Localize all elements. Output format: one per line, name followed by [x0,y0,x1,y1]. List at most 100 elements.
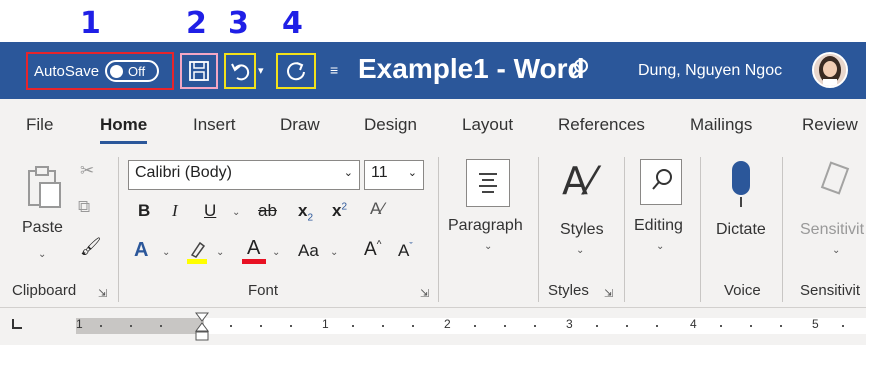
autosave-label: AutoSave [34,62,100,80]
editing-label[interactable]: Editing [634,217,683,235]
tab-mailings[interactable]: Mailings [690,115,752,135]
chevron-down-icon: ⌄ [407,167,417,179]
ruler-tick [290,325,292,327]
ruler-number: 3 [566,317,573,331]
avatar[interactable] [812,52,848,88]
separator [700,157,701,302]
styles-launcher-icon[interactable]: ⇲ [604,287,613,300]
ruler-tick [474,325,476,327]
tab-references[interactable]: References [558,115,645,135]
styles-dropdown-icon[interactable]: ⌄ [576,245,584,256]
microphone-icon[interactable] [728,159,754,214]
change-case-button[interactable]: Aa [298,241,319,261]
sensitivity-icon[interactable] [820,159,854,208]
autosave-control[interactable]: AutoSave Off [26,52,174,90]
tab-design[interactable]: Design [364,115,417,135]
ruler-number: 2 [444,317,451,331]
customize-qat-icon[interactable]: ≡ [330,62,338,78]
format-painter-icon[interactable]: 🖌 [80,237,102,257]
ruler-number: 1 [322,317,329,331]
ruler-tick [720,325,722,327]
font-launcher-icon[interactable]: ⇲ [420,287,429,300]
toggle-knob [110,64,124,78]
tab-selector-icon[interactable] [12,319,22,329]
paste-icon[interactable] [26,165,62,214]
text-effects-icon[interactable]: A [134,239,148,262]
tab-insert[interactable]: Insert [193,115,236,135]
tab-file[interactable]: File [26,115,53,135]
tab-draw[interactable]: Draw [280,115,320,135]
styles-icon[interactable]: A⁄ [562,159,594,203]
dictate-label[interactable]: Dictate [716,221,766,239]
ruler-margin [76,318,204,334]
font-name-value: Calibri (Body) [135,164,232,181]
tab-layout[interactable]: Layout [462,115,513,135]
ruler-number: 5 [812,317,819,331]
shrink-font-caret: ˇ [409,241,413,253]
bold-button[interactable]: B [138,201,150,221]
ruler-tick [534,325,536,327]
autosave-toggle[interactable]: Off [105,60,160,82]
ruler-tick [160,325,162,327]
tab-home[interactable]: Home [100,115,148,144]
redo-icon [287,62,305,81]
paragraph-button[interactable] [466,159,510,207]
ruler-tick [780,325,782,327]
search-icon[interactable] [568,58,590,85]
paste-label[interactable]: Paste [22,219,63,237]
undo-dropdown-icon[interactable]: ▾ [258,64,264,77]
undo-button[interactable] [224,53,256,89]
strikethrough-button[interactable]: ab [258,201,277,221]
separator [538,157,539,302]
tab-review[interactable]: Review [802,115,858,135]
ruler-tick [750,325,752,327]
change-case-dropdown-icon[interactable]: ⌄ [330,247,338,258]
voice-group-label: Voice [724,282,761,299]
styles-label[interactable]: Styles [560,221,604,239]
sensitivity-dropdown-icon[interactable]: ⌄ [832,245,840,256]
underline-button[interactable]: U [204,201,216,221]
sensitivity-group-label: Sensitivit [800,282,861,299]
ruler: 1 1 2 3 4 5 [0,307,866,345]
clipboard-launcher-icon[interactable]: ⇲ [98,287,107,300]
superscript-button[interactable]: x2 [332,201,347,221]
ruler-tick [382,325,384,327]
copy-icon[interactable]: ⧉ [78,197,90,217]
save-button[interactable] [180,53,218,89]
sensitivity-label[interactable]: Sensitivit [800,221,864,239]
paragraph-label[interactable]: Paragraph [448,217,523,235]
redo-button[interactable] [276,53,316,89]
cut-icon[interactable]: ✂ [80,161,94,181]
font-size-value: 11 [371,164,388,181]
search-icon [652,169,672,190]
grow-font-button[interactable]: A^ [364,239,381,261]
text-effects-dropdown-icon[interactable]: ⌄ [162,247,170,258]
font-name-input[interactable]: Calibri (Body) ⌄ [128,160,360,190]
chevron-down-icon: ⌄ [343,167,353,179]
font-color-dropdown-icon[interactable]: ⌄ [272,247,280,258]
clear-formatting-icon[interactable]: A⁄ [370,199,384,219]
font-color-icon[interactable]: A [242,237,266,265]
grow-font-caret: ^ [376,239,382,251]
annotation-3: 3 [228,6,249,41]
annotation-1: 1 [80,6,101,41]
separator [438,157,439,302]
paragraph-dropdown-icon[interactable]: ⌄ [484,241,492,252]
ribbon: Paste ⌄ ✂ ⧉ 🖌 Clipboard ⇲ Calibri (Body)… [0,151,866,307]
shrink-font-button[interactable]: Aˇ [398,241,413,261]
paste-dropdown-icon[interactable]: ⌄ [38,249,46,260]
font-size-input[interactable]: 11 ⌄ [364,160,424,190]
user-name[interactable]: Dung, Nguyen Ngoc [638,62,782,80]
editing-button[interactable] [640,159,682,205]
highlight-dropdown-icon[interactable]: ⌄ [216,247,224,258]
italic-button[interactable]: I [172,201,178,221]
ruler-tick [100,325,102,327]
subscript-button[interactable]: x2 [298,201,313,223]
indent-marker-icon[interactable] [195,312,209,347]
ruler-tick [596,325,598,327]
underline-dropdown-icon[interactable]: ⌄ [232,207,240,218]
ruler-tick [504,325,506,327]
ruler-tick [626,325,628,327]
highlight-color-icon[interactable] [186,239,208,265]
editing-dropdown-icon[interactable]: ⌄ [656,241,664,252]
